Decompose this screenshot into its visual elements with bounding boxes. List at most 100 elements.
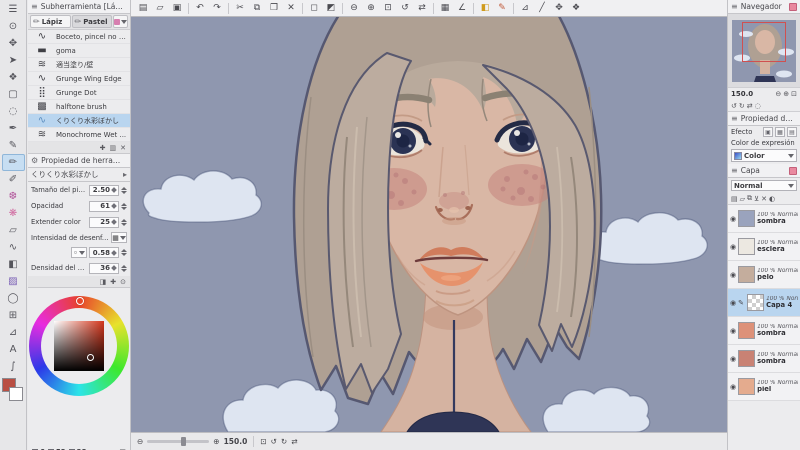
panel-menu-icon[interactable]: ≡ xyxy=(31,2,38,11)
layer-thumbnail[interactable] xyxy=(738,238,756,255)
delete-subtool-button[interactable]: ✕ xyxy=(120,144,126,152)
texture-dropdown[interactable]: ▦ xyxy=(111,232,127,243)
visibility-eye-icon[interactable]: ◉ xyxy=(730,215,736,223)
zoom-slider-handle[interactable] xyxy=(181,437,187,446)
nav-rotate-right-icon[interactable]: ↻ xyxy=(739,102,745,110)
zoom-out-button[interactable]: ⊖ xyxy=(346,1,362,15)
move-tool-icon[interactable]: ✥ xyxy=(2,35,25,52)
blur-intensity-field[interactable]: 0.58 xyxy=(89,247,119,258)
expand-properties-button[interactable]: ◨ xyxy=(100,278,107,286)
brush-item[interactable]: ≋ Monochrome Wet ... xyxy=(28,128,130,142)
navigator-thumbnail[interactable] xyxy=(728,14,800,88)
saturation-value-square[interactable] xyxy=(54,321,104,371)
duplicate-layer-button[interactable]: ⧉ xyxy=(747,194,752,203)
merge-down-button[interactable]: ⊻ xyxy=(754,195,759,203)
menu-icon[interactable]: ☰ xyxy=(2,1,25,18)
brush-item-selected[interactable]: ∿ くりくり水彩ぼかし xyxy=(28,114,130,128)
layer-mask-button[interactable]: ◐ xyxy=(769,195,775,203)
figure-tool-icon[interactable]: ◯ xyxy=(2,290,25,307)
deselect-button[interactable]: ◻ xyxy=(306,1,322,15)
brush-item[interactable]: ▩ halftone brush xyxy=(28,100,130,114)
layer-thumbnail[interactable] xyxy=(738,266,756,283)
rotate-right-icon[interactable]: ↻ xyxy=(281,437,287,446)
flip-icon[interactable]: ⇄ xyxy=(291,437,297,446)
snap-ruler-button[interactable]: ∠ xyxy=(454,1,470,15)
layer-row[interactable]: ◉ 100 % Normal esclera xyxy=(728,233,800,261)
brush-item[interactable]: ▬ goma xyxy=(28,44,130,58)
nav-zoom-out-icon[interactable]: ⊖ xyxy=(775,90,781,98)
brush-item[interactable]: ≋ 適当塗り/壁 xyxy=(28,58,130,72)
paste-button[interactable]: ❐ xyxy=(266,1,282,15)
layer-thumbnail[interactable] xyxy=(738,350,756,367)
eyedropper-tool-icon[interactable]: ✒ xyxy=(2,120,25,137)
visibility-eye-icon[interactable]: ◉ xyxy=(730,299,736,307)
flip-horizontal-button[interactable]: ⇄ xyxy=(414,1,430,15)
frame-tool-icon[interactable]: ⊞ xyxy=(2,307,25,324)
stepper[interactable] xyxy=(121,218,127,226)
effect-border-button[interactable]: ▣ xyxy=(763,127,773,137)
brush-item[interactable]: ∿ Grunge Wing Edge xyxy=(28,72,130,86)
tab-pastel[interactable]: ✏ Pastel xyxy=(71,15,112,28)
nav-rotate-left-icon[interactable]: ↺ xyxy=(731,102,737,110)
zoom-in-icon[interactable]: ⊕ xyxy=(213,437,219,446)
special-ruler-button[interactable]: ⊿ xyxy=(517,1,533,15)
zoom-tool-icon[interactable]: ⊙ xyxy=(2,18,25,35)
open-file-button[interactable]: ▱ xyxy=(152,1,168,15)
expression-color-select[interactable]: Color xyxy=(731,149,797,162)
rotate-left-icon[interactable]: ↺ xyxy=(271,437,277,446)
subtool-settings-button[interactable]: ▥ xyxy=(110,144,117,152)
layer-thumbnail[interactable] xyxy=(738,322,756,339)
invert-selection-button[interactable]: ◩ xyxy=(323,1,339,15)
nav-zoom-in-icon[interactable]: ⊕ xyxy=(783,90,789,98)
blend-mode-select[interactable]: Normal xyxy=(731,180,797,191)
panel-menu-icon[interactable]: ≡ xyxy=(731,114,738,123)
canvas[interactable] xyxy=(131,17,727,432)
delete-button[interactable]: ✕ xyxy=(283,1,299,15)
visibility-eye-icon[interactable]: ◉ xyxy=(730,243,736,251)
eraser-tool-icon[interactable]: ▱ xyxy=(2,222,25,239)
move-tool-button[interactable]: ✥ xyxy=(551,1,567,15)
new-folder-button[interactable]: ▱ xyxy=(740,195,745,203)
add-subtool-button[interactable]: ✚ xyxy=(100,144,106,152)
grid-button[interactable]: ▦ xyxy=(437,1,453,15)
effect-extract-button[interactable]: ▤ xyxy=(787,127,797,137)
stepper[interactable] xyxy=(121,202,127,210)
pen-tool-icon[interactable]: ✎ xyxy=(2,137,25,154)
undo-button[interactable]: ↶ xyxy=(192,1,208,15)
layer-thumbnail[interactable] xyxy=(738,210,756,227)
fit-screen-button[interactable]: ⊡ xyxy=(380,1,396,15)
auto-select-tool-icon[interactable]: ◌ xyxy=(2,103,25,120)
gradient-tool-icon[interactable]: ▨ xyxy=(2,273,25,290)
tab-lapiz[interactable]: ✏ Lápiz xyxy=(30,15,71,28)
nav-fit-icon[interactable]: ⊡ xyxy=(791,90,797,98)
stepper[interactable] xyxy=(121,186,127,194)
line-correction-tool-icon[interactable]: ∫ xyxy=(2,358,25,375)
zoom-in-button[interactable]: ⊕ xyxy=(363,1,379,15)
line-tool-button[interactable]: ╱ xyxy=(534,1,550,15)
layer-row[interactable]: ◉ 100 % Normal sombra xyxy=(728,205,800,233)
fill-tool-icon[interactable]: ◧ xyxy=(2,256,25,273)
brush-size-field[interactable]: 2.50 xyxy=(89,184,119,196)
stepper[interactable] xyxy=(121,264,127,272)
ruler-tool-icon[interactable]: ⊿ xyxy=(2,324,25,341)
text-tool-icon[interactable]: A xyxy=(2,341,25,358)
selection-tool-icon[interactable]: ▢ xyxy=(2,86,25,103)
layer-thumbnail[interactable] xyxy=(738,378,756,395)
panel-menu-icon[interactable]: ≡ xyxy=(731,2,738,11)
visibility-eye-icon[interactable]: ◉ xyxy=(730,327,736,335)
zoom-slider[interactable] xyxy=(147,437,210,446)
panel-menu-icon[interactable]: ≡ xyxy=(731,166,738,175)
brush-item[interactable]: ∿ Boceto, pincel no especial xyxy=(28,30,130,44)
stepper[interactable] xyxy=(121,249,127,256)
nav-reset-view-icon[interactable]: ◌ xyxy=(755,102,761,110)
new-layer-button[interactable]: ▤ xyxy=(731,195,738,203)
layer-thumbnail[interactable] xyxy=(747,294,765,311)
brush-item[interactable]: ⣿ Grunge Dot xyxy=(28,86,130,100)
extend-color-field[interactable]: 25 xyxy=(89,216,119,228)
pan-tool-button[interactable]: ❖ xyxy=(568,1,584,15)
pencil-tool-icon[interactable]: ✏ xyxy=(1,154,25,171)
navigator-view-rectangle[interactable] xyxy=(742,22,786,62)
opacity-field[interactable]: 61 xyxy=(89,200,119,212)
visibility-eye-icon[interactable]: ◉ xyxy=(730,383,736,391)
visibility-eye-icon[interactable]: ◉ xyxy=(730,271,736,279)
